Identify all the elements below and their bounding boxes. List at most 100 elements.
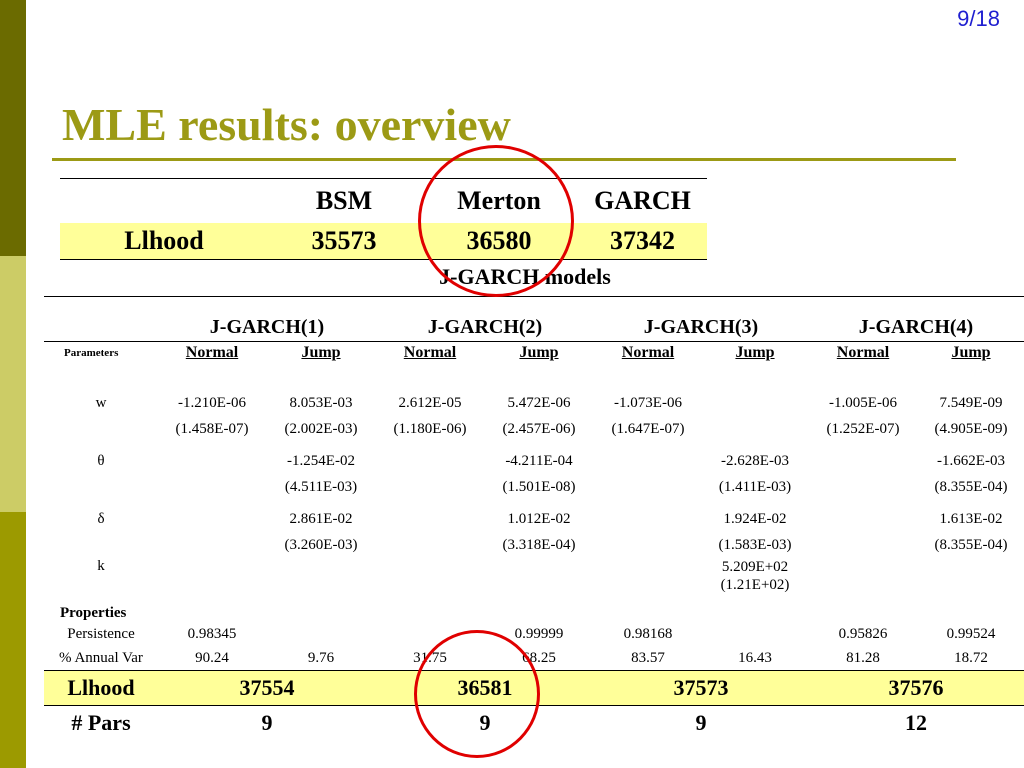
table-cell: 2.861E-02 [289, 510, 353, 527]
model-header-row: J-GARCH(1) J-GARCH(2) J-GARCH(3) J-GARCH… [44, 296, 1024, 342]
top-results-table: BSM Merton GARCH Llhood 35573 36580 3734… [60, 178, 707, 260]
subheader-normal: Normal [185, 344, 239, 361]
table-cell: -1.073E-06 [614, 394, 682, 411]
table-cell [702, 416, 808, 442]
table-cell [158, 532, 266, 558]
top-llhood-label: Llhood [60, 223, 268, 260]
k-value: 5.209E+02 [721, 559, 789, 575]
table-cell: (8.355E-04) [934, 536, 1008, 553]
table-cell [376, 558, 484, 594]
top-table-header-row: BSM Merton GARCH [60, 178, 707, 223]
param-row-k: k 5.209E+02 (1.21E+02) [44, 558, 1024, 594]
table-cell: 1.924E-02 [723, 510, 787, 527]
table-cell [158, 558, 266, 594]
table-cell: 7.549E-09 [939, 394, 1003, 411]
param-label-w: w [95, 394, 107, 411]
table-cell [44, 532, 158, 558]
table-cell [594, 506, 702, 532]
table-cell [702, 390, 808, 416]
subheader-jump: Jump [735, 344, 775, 361]
subheader-normal: Normal [836, 344, 890, 361]
table-cell [266, 558, 376, 594]
table-cell [918, 558, 1024, 594]
table-cell: 0.95826 [838, 625, 888, 642]
table-cell [808, 474, 918, 500]
table-cell [158, 506, 266, 532]
param-label-delta: δ [97, 510, 105, 527]
top-header-garch: GARCH [578, 178, 707, 223]
table-cell: (1.458E-07) [175, 420, 249, 437]
top-llhood-bsm: 35573 [268, 223, 420, 260]
pars-jgarch-1: 9 [261, 710, 273, 735]
table-cell [376, 532, 484, 558]
table-cell: (8.355E-04) [934, 478, 1008, 495]
highlight-circle-merton [418, 145, 574, 297]
model-header-2: J-GARCH(2) [376, 296, 594, 342]
model-header-1: J-GARCH(1) [158, 296, 376, 342]
llhood-label: Llhood [44, 670, 158, 706]
table-cell: 1.012E-02 [507, 510, 571, 527]
table-cell [594, 558, 702, 594]
table-cell: 0.99524 [946, 625, 996, 642]
subheader-jump: Jump [301, 344, 341, 361]
llhood-jgarch-3: 37573 [594, 670, 808, 706]
table-cell [376, 506, 484, 532]
table-cell: (3.260E-03) [284, 536, 358, 553]
table-cell [266, 622, 376, 646]
table-cell: (2.002E-03) [284, 420, 358, 437]
table-cell: (1.411E-03) [718, 478, 792, 495]
table-cell: 0.98345 [187, 625, 237, 642]
table-cell: 18.72 [954, 649, 988, 666]
se-row-w: (1.458E-07) (2.002E-03) (1.180E-06) (2.4… [44, 416, 1024, 442]
table-cell: 81.28 [846, 649, 880, 666]
slide-title: MLE results: overview [62, 99, 511, 150]
subheader-jump: Jump [519, 344, 559, 361]
table-cell: -4.211E-04 [505, 452, 573, 469]
param-row-theta: θ -1.254E-02 -4.211E-04 -2.628E-03 -1.66… [44, 448, 1024, 474]
properties-row: Properties [44, 594, 1024, 622]
table-cell [158, 474, 266, 500]
parameters-label: Parameters [64, 347, 119, 359]
table-cell: (1.501E-08) [502, 478, 576, 495]
table-cell [594, 532, 702, 558]
k-se: (1.21E+02) [720, 577, 790, 593]
slide-number: 9/18 [957, 6, 1000, 31]
table-cell: (1.583E-03) [718, 536, 792, 553]
table-cell [376, 474, 484, 500]
subheader-normal: Normal [621, 344, 675, 361]
persistence-label: Persistence [67, 625, 135, 642]
param-label-theta: θ [97, 452, 105, 469]
table-cell: -1.005E-06 [829, 394, 897, 411]
table-cell: 0.98168 [623, 625, 673, 642]
spacer-cell [44, 364, 1024, 390]
parameter-subheader-row: Parameters Normal Jump Normal Jump Norma… [44, 342, 1024, 365]
table-cell: 83.57 [631, 649, 665, 666]
table-cell [594, 474, 702, 500]
pars-jgarch-3: 9 [695, 710, 707, 735]
table-cell: -2.628E-03 [721, 452, 789, 469]
table-cell [594, 448, 702, 474]
spacer-row [44, 364, 1024, 390]
properties-label: Properties [60, 605, 127, 621]
table-cell: (1.252E-07) [826, 420, 900, 437]
param-row-w: w -1.210E-06 8.053E-03 2.612E-05 5.472E-… [44, 390, 1024, 416]
table-cell [808, 506, 918, 532]
model-header-corner [44, 296, 158, 342]
table-cell [808, 532, 918, 558]
persistence-row: Persistence 0.98345 0.99999 0.98168 0.95… [44, 622, 1024, 646]
se-row-theta: (4.511E-03) (1.501E-08) (1.411E-03) (8.3… [44, 474, 1024, 500]
k-value-cell: 5.209E+02 (1.21E+02) [702, 558, 808, 594]
subheader-jump: Jump [951, 344, 991, 361]
sidebar-segment-dark [0, 0, 26, 256]
table-cell: (1.647E-07) [611, 420, 685, 437]
param-label-k: k [97, 558, 105, 574]
highlight-circle-jgarch2 [414, 630, 540, 758]
table-cell [808, 448, 918, 474]
model-header-4: J-GARCH(4) [808, 296, 1024, 342]
table-cell: (4.511E-03) [284, 478, 358, 495]
table-cell [484, 558, 594, 594]
table-cell: 9.76 [307, 649, 335, 666]
table-cell: -1.210E-06 [178, 394, 246, 411]
se-row-delta: (3.260E-03) (3.318E-04) (1.583E-03) (8.3… [44, 532, 1024, 558]
table-cell: 5.472E-06 [507, 394, 571, 411]
